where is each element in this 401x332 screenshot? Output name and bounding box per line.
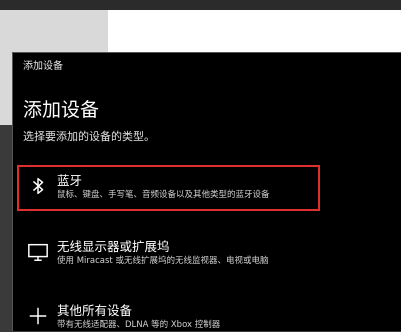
option-bluetooth-description: 鼠标、键盘、手写笔、音频设备以及其他类型的蓝牙设备 [57,190,270,200]
option-other-devices-title: 其他所有设备 [57,303,133,318]
add-device-dialog: 添加设备 添加设备 选择要添加的设备的类型。 蓝牙 鼠标、键盘、手写笔、音频设备… [12,52,401,331]
dialog-titlebar: 添加设备 [23,61,63,72]
dialog-heading: 添加设备 [23,99,100,121]
monitor-icon [27,241,49,263]
option-wireless-display[interactable]: 无线显示器或扩展坞 使用 Miracast 或无线扩展坞的无线监视器、电视或电脑 [19,233,322,268]
option-other-devices[interactable]: 其他所有设备 带有无线适配器、DLNA 等的 Xbox 控制器 [19,297,322,332]
option-other-devices-description: 带有无线适配器、DLNA 等的 Xbox 控制器 [57,320,221,330]
option-bluetooth[interactable]: 蓝牙 鼠标、键盘、手写笔、音频设备以及其他类型的蓝牙设备 [17,165,320,211]
option-wireless-display-title: 无线显示器或扩展坞 [57,239,170,254]
bluetooth-icon [27,175,49,197]
dialog-subtitle: 选择要添加的设备的类型。 [23,130,155,143]
plus-icon [27,305,49,327]
option-bluetooth-title: 蓝牙 [57,173,83,188]
option-wireless-display-description: 使用 Miracast 或无线扩展坞的无线监视器、电视或电脑 [57,256,269,266]
